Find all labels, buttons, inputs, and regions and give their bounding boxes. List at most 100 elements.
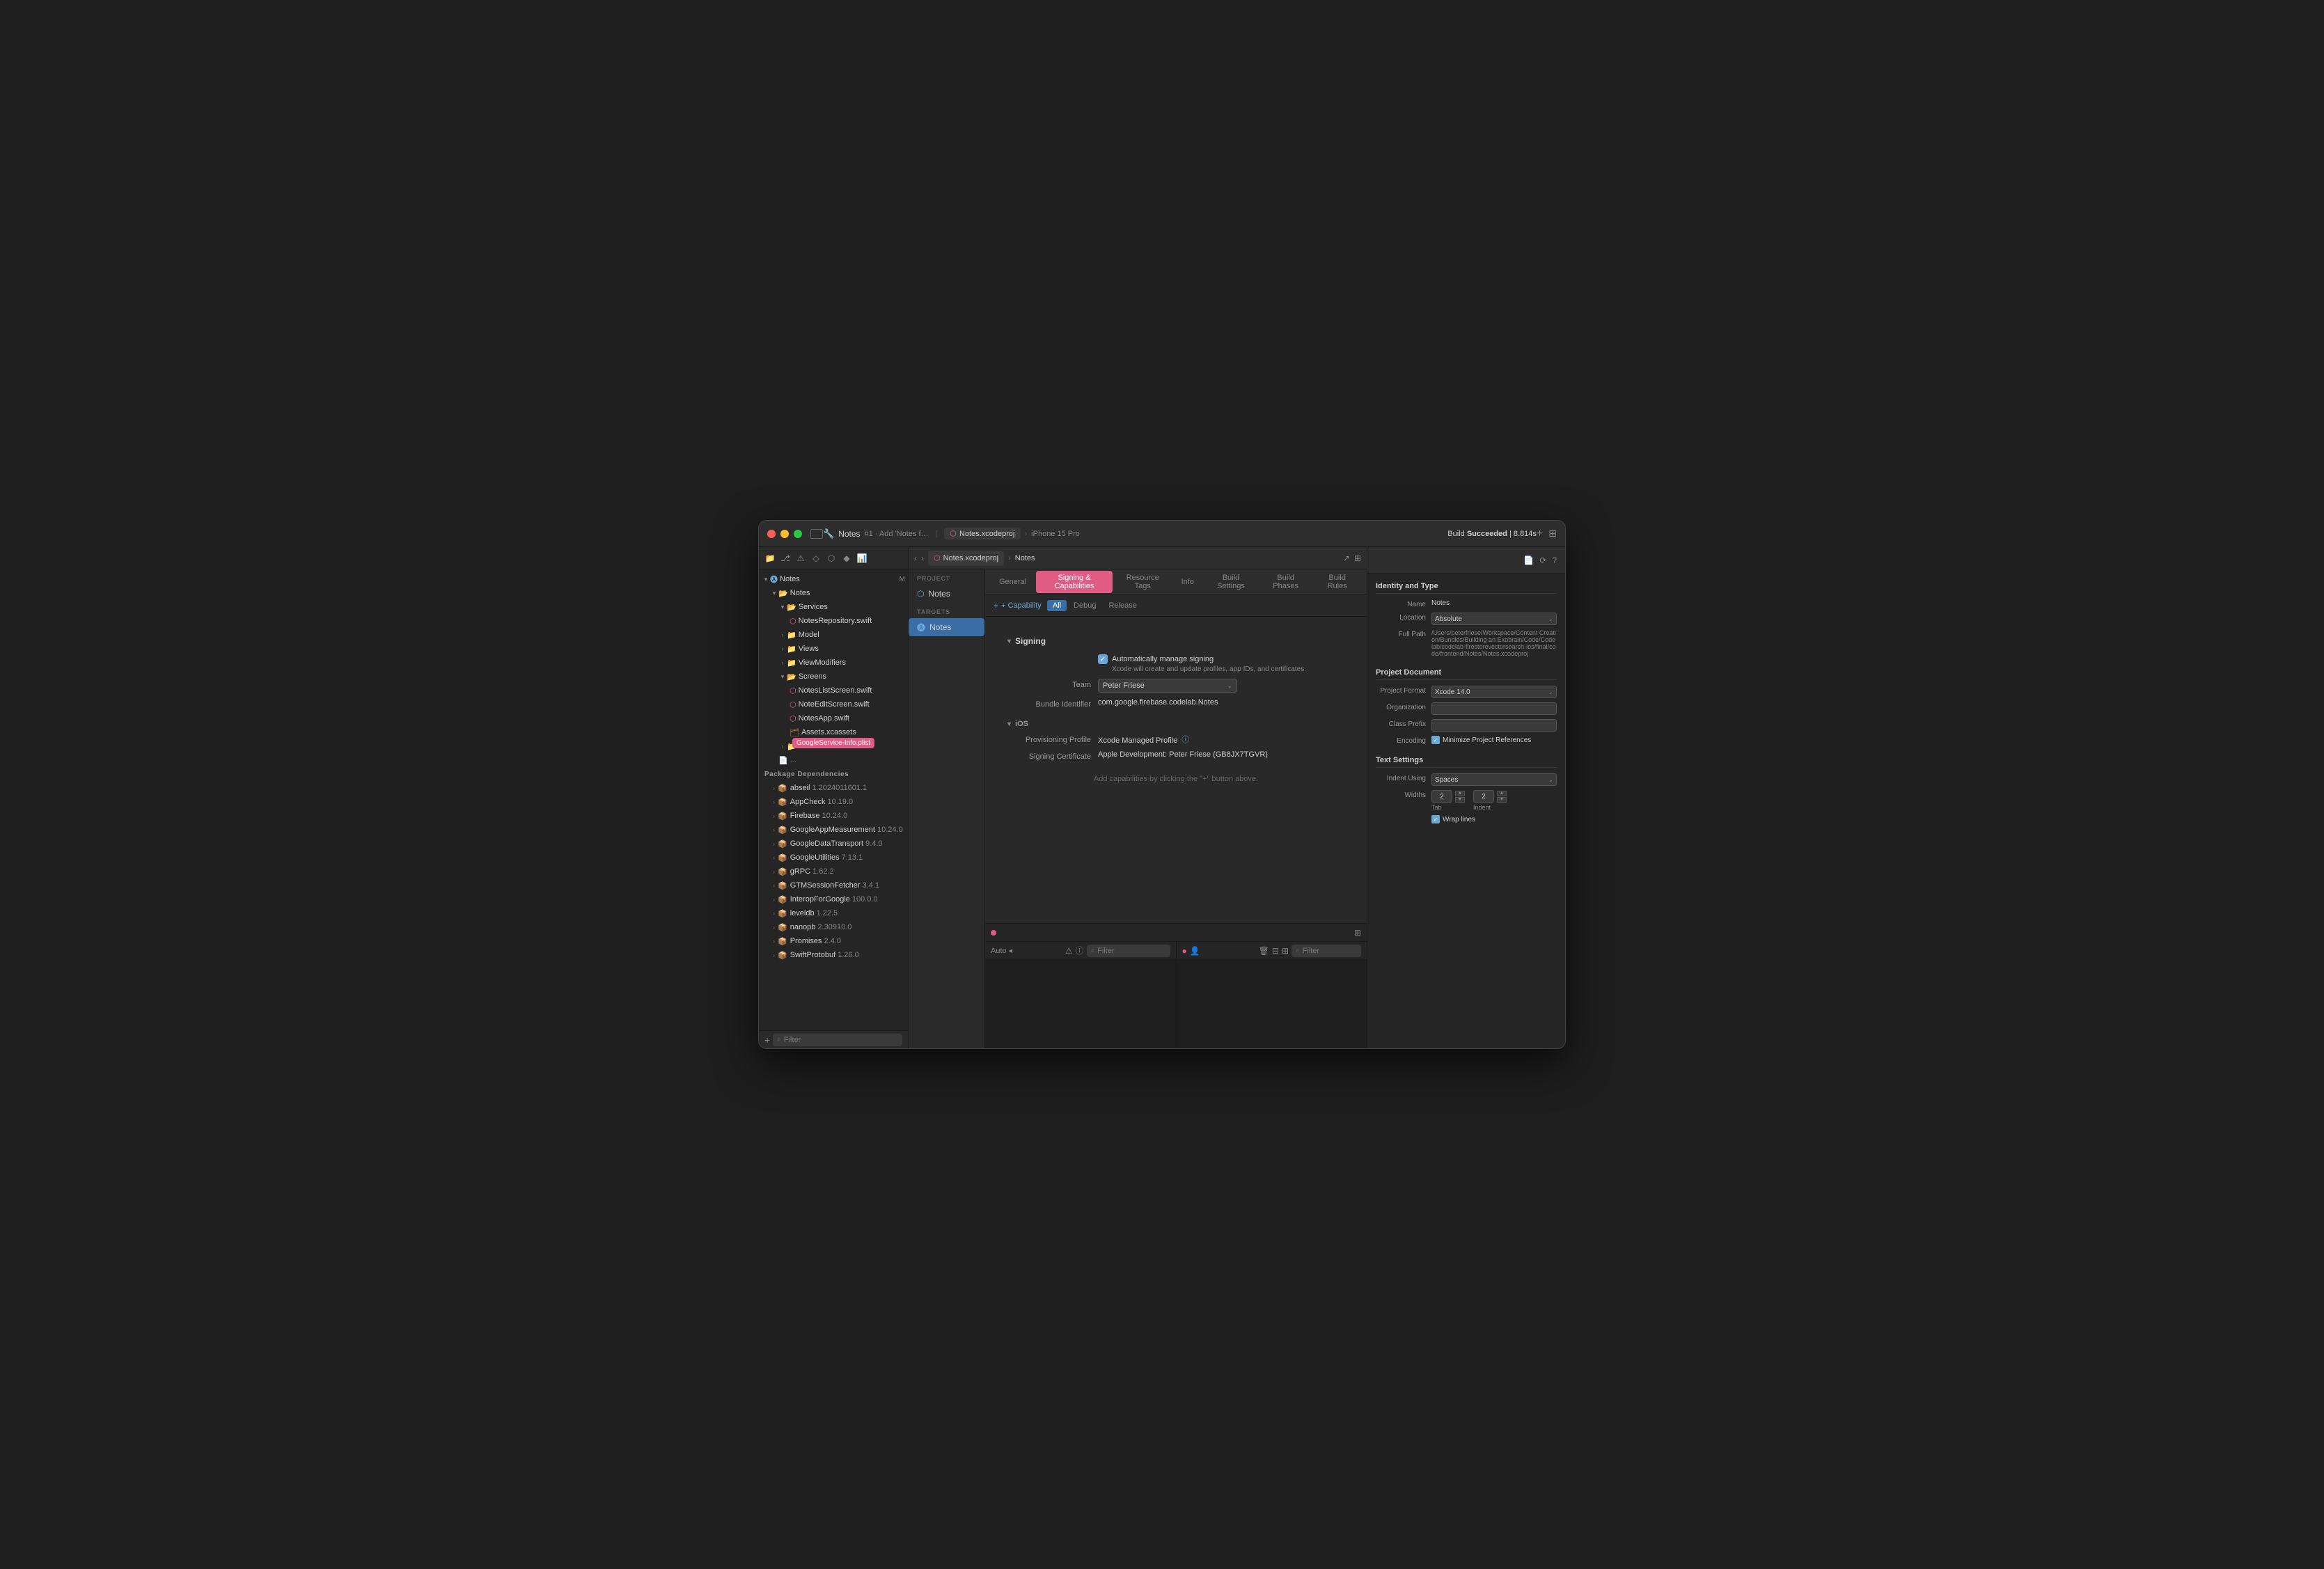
team-select[interactable]: Peter Friese ⌄ [1098,679,1237,693]
nav-forward-icon[interactable]: › [921,553,924,563]
sidebar-item-assets[interactable]: 🗂 Assets.xcassets [759,725,908,739]
pkg-item-swiftprotobuf[interactable]: › 📦 SwiftProtobuf 1.26.0 [759,948,908,962]
sidebar-item-notesapp[interactable]: ⬡ NotesApp.swift [759,711,908,725]
trash-icon[interactable]: 🗑 [1259,946,1269,956]
wrap-lines-checkbox[interactable]: ✓ [1431,815,1440,823]
chevron-icon: ▾ [762,575,770,583]
nav-back-icon[interactable]: ‹ [914,553,917,563]
scope-release[interactable]: Release [1103,600,1142,611]
add-button[interactable]: + [1537,528,1543,540]
sidebar-item-views[interactable]: › 📁 Views [759,642,908,656]
sidebar-item-viewmodifiers[interactable]: › 📁 ViewModifiers [759,656,908,670]
pkg-icon: 📦 [778,923,787,932]
scope-debug[interactable]: Debug [1068,600,1101,611]
project-doc-section: Project Document Project Format Xcode 14… [1376,668,1557,745]
org-row: Organization [1376,702,1557,715]
class-prefix-input[interactable] [1431,719,1557,732]
pkg-item-interopforgoogle[interactable]: › 📦 InteropForGoogle 100.0.0 [759,892,908,906]
pkg-chevron-icon: › [773,896,775,903]
history-icon[interactable]: ⟳ [1539,555,1546,565]
pkg-item-grpc[interactable]: › 📦 gRPC 1.62.2 [759,865,908,878]
pkg-item-abseil[interactable]: › 📦 abseil 1.2024011601.1 [759,781,908,795]
org-input[interactable] [1431,702,1557,715]
indent-stepper-down[interactable]: ▼ [1497,797,1507,803]
person-icon[interactable]: 👤 [1190,946,1200,956]
sidebar-item-root-notes[interactable]: ▾ 🅐 Notes M [759,572,908,586]
pkg-item-leveldb[interactable]: › 📦 leveldb 1.22.5 [759,906,908,920]
sidebar-warning-icon[interactable]: ⚠ [795,553,806,564]
sidebar-item-model[interactable]: › 📁 Model [759,628,908,642]
encoding-checkbox[interactable]: ✓ [1431,736,1440,744]
pkg-item-googleappmeasurement[interactable]: › 📦 GoogleAppMeasurement 10.24.0 [759,823,908,837]
auto-manage-checkbox[interactable]: ✓ [1098,654,1108,664]
add-filter-button[interactable]: + [764,1034,770,1046]
source-filter-input[interactable] [1097,947,1165,955]
sidebar-item-noteeditscreen[interactable]: ⬡ NoteEditScreen.swift [759,697,908,711]
maximize-button[interactable] [794,530,802,538]
panel-toggle-icon[interactable]: ⊞ [1548,528,1557,539]
minimize-button[interactable] [780,530,789,538]
file-tab[interactable]: ⬡ Notes.xcodeproj [944,528,1020,539]
tab-stepper-down[interactable]: ▼ [1455,797,1465,803]
right-panel-content: Identity and Type Name Notes Location Ab… [1367,574,1565,1048]
pkg-item-firebase[interactable]: › 📦 Firebase 10.24.0 [759,809,908,823]
source-info-icon[interactable]: ⓘ [1075,945,1083,956]
sidebar-debug-icon[interactable]: ⬡ [826,553,837,564]
debug-filter-input[interactable] [1303,947,1357,955]
pkg-item-appcheck[interactable]: › 📦 AppCheck 10.19.0 [759,795,908,809]
pkg-item-nanopb[interactable]: › 📦 nanopb 2.30910.0 [759,920,908,934]
sidebar-breakpoint-icon[interactable]: ◆ [841,553,852,564]
split-icon[interactable]: ⊟ [1272,946,1279,956]
scope-all[interactable]: All [1047,600,1067,611]
project-item-notes[interactable]: ⬡ Notes [909,585,984,603]
sidebar-item-plist[interactable]: GoogleService-Info.plist 📄 ... [759,753,908,767]
info-icon[interactable]: ⓘ [1181,734,1189,745]
chevron-icon: › [778,742,787,750]
project-notes-icon: ⬡ [917,589,924,599]
pkg-item-promises[interactable]: › 📦 Promises 2.4.0 [759,934,908,948]
tab-build-rules[interactable]: Build Rules [1313,571,1361,593]
tab-build-settings[interactable]: Build Settings [1204,571,1258,593]
viewmodifiers-label: ViewModifiers [799,659,846,667]
share-icon[interactable]: ↗ [1343,553,1350,563]
team-select-value: Peter Friese [1103,681,1145,690]
maximize-console-icon[interactable]: ⊞ [1354,928,1361,938]
chevron-icon: ▾ [770,589,778,597]
tab-general[interactable]: General [991,575,1035,589]
file-inspector-icon[interactable]: 📄 [1523,555,1534,565]
help-icon[interactable]: ? [1552,555,1557,565]
indent-using-select[interactable]: Spaces ⌄ [1431,773,1557,786]
add-capability-button[interactable]: + + Capability [994,601,1042,610]
indent-stepper: 2 ▲ ▼ Indent [1473,790,1507,811]
sidebar-report-icon[interactable]: 📊 [856,553,867,564]
pkg-item-googleutilities[interactable]: › 📦 GoogleUtilities 7.13.1 [759,851,908,865]
tab-info[interactable]: Info [1173,575,1202,589]
sidebar-folder-icon[interactable]: 📁 [764,553,776,564]
pkg-item-googledatatransport[interactable]: › 📦 GoogleDataTransport 9.4.0 [759,837,908,851]
proj-format-select-val: Xcode 14.0 [1435,688,1470,696]
tab-signing[interactable]: Signing & Capabilities [1036,571,1113,593]
location-select[interactable]: Absolute ⌄ [1431,613,1557,625]
proj-format-select[interactable]: Xcode 14.0 ⌄ [1431,686,1557,698]
indent-stepper-up[interactable]: ▲ [1497,791,1507,796]
sidebar-item-screens[interactable]: ▾ 📂 Screens [759,670,908,684]
more-icon[interactable]: ⊞ [1354,553,1361,563]
sidebar-item-notes-group[interactable]: ▾ 📂 Notes [759,586,908,600]
pkg-item-gtmsessionfetcher[interactable]: › 📦 GTMSessionFetcher 3.4.1 [759,878,908,892]
sidebar-item-noteslistscreen[interactable]: ⬡ NotesListScreen.swift [759,684,908,697]
sidebar-item-notes-repository[interactable]: ⬡ NotesRepository.swift [759,614,908,628]
source-warning-icon[interactable]: ⚠ [1065,946,1073,956]
tab-build-phases[interactable]: Build Phases [1259,571,1312,593]
sidebar-toggle[interactable] [810,529,823,539]
breadcrumb-tab[interactable]: ⬡ Notes.xcodeproj [928,551,1004,566]
sidebar-source-icon[interactable]: ⎇ [780,553,791,564]
expand-icon[interactable]: ⊞ [1282,946,1289,956]
targets-item-notes[interactable]: 🅐 Notes [909,618,984,636]
pkg-icon: 📦 [778,798,787,807]
filter-input[interactable] [784,1036,898,1044]
sidebar-item-services[interactable]: ▾ 📂 Services [759,600,908,614]
close-button[interactable] [767,530,776,538]
tab-resource-tags[interactable]: Resource Tags [1114,571,1172,593]
sidebar-test-icon[interactable]: ◇ [810,553,822,564]
tab-stepper-up[interactable]: ▲ [1455,791,1465,796]
